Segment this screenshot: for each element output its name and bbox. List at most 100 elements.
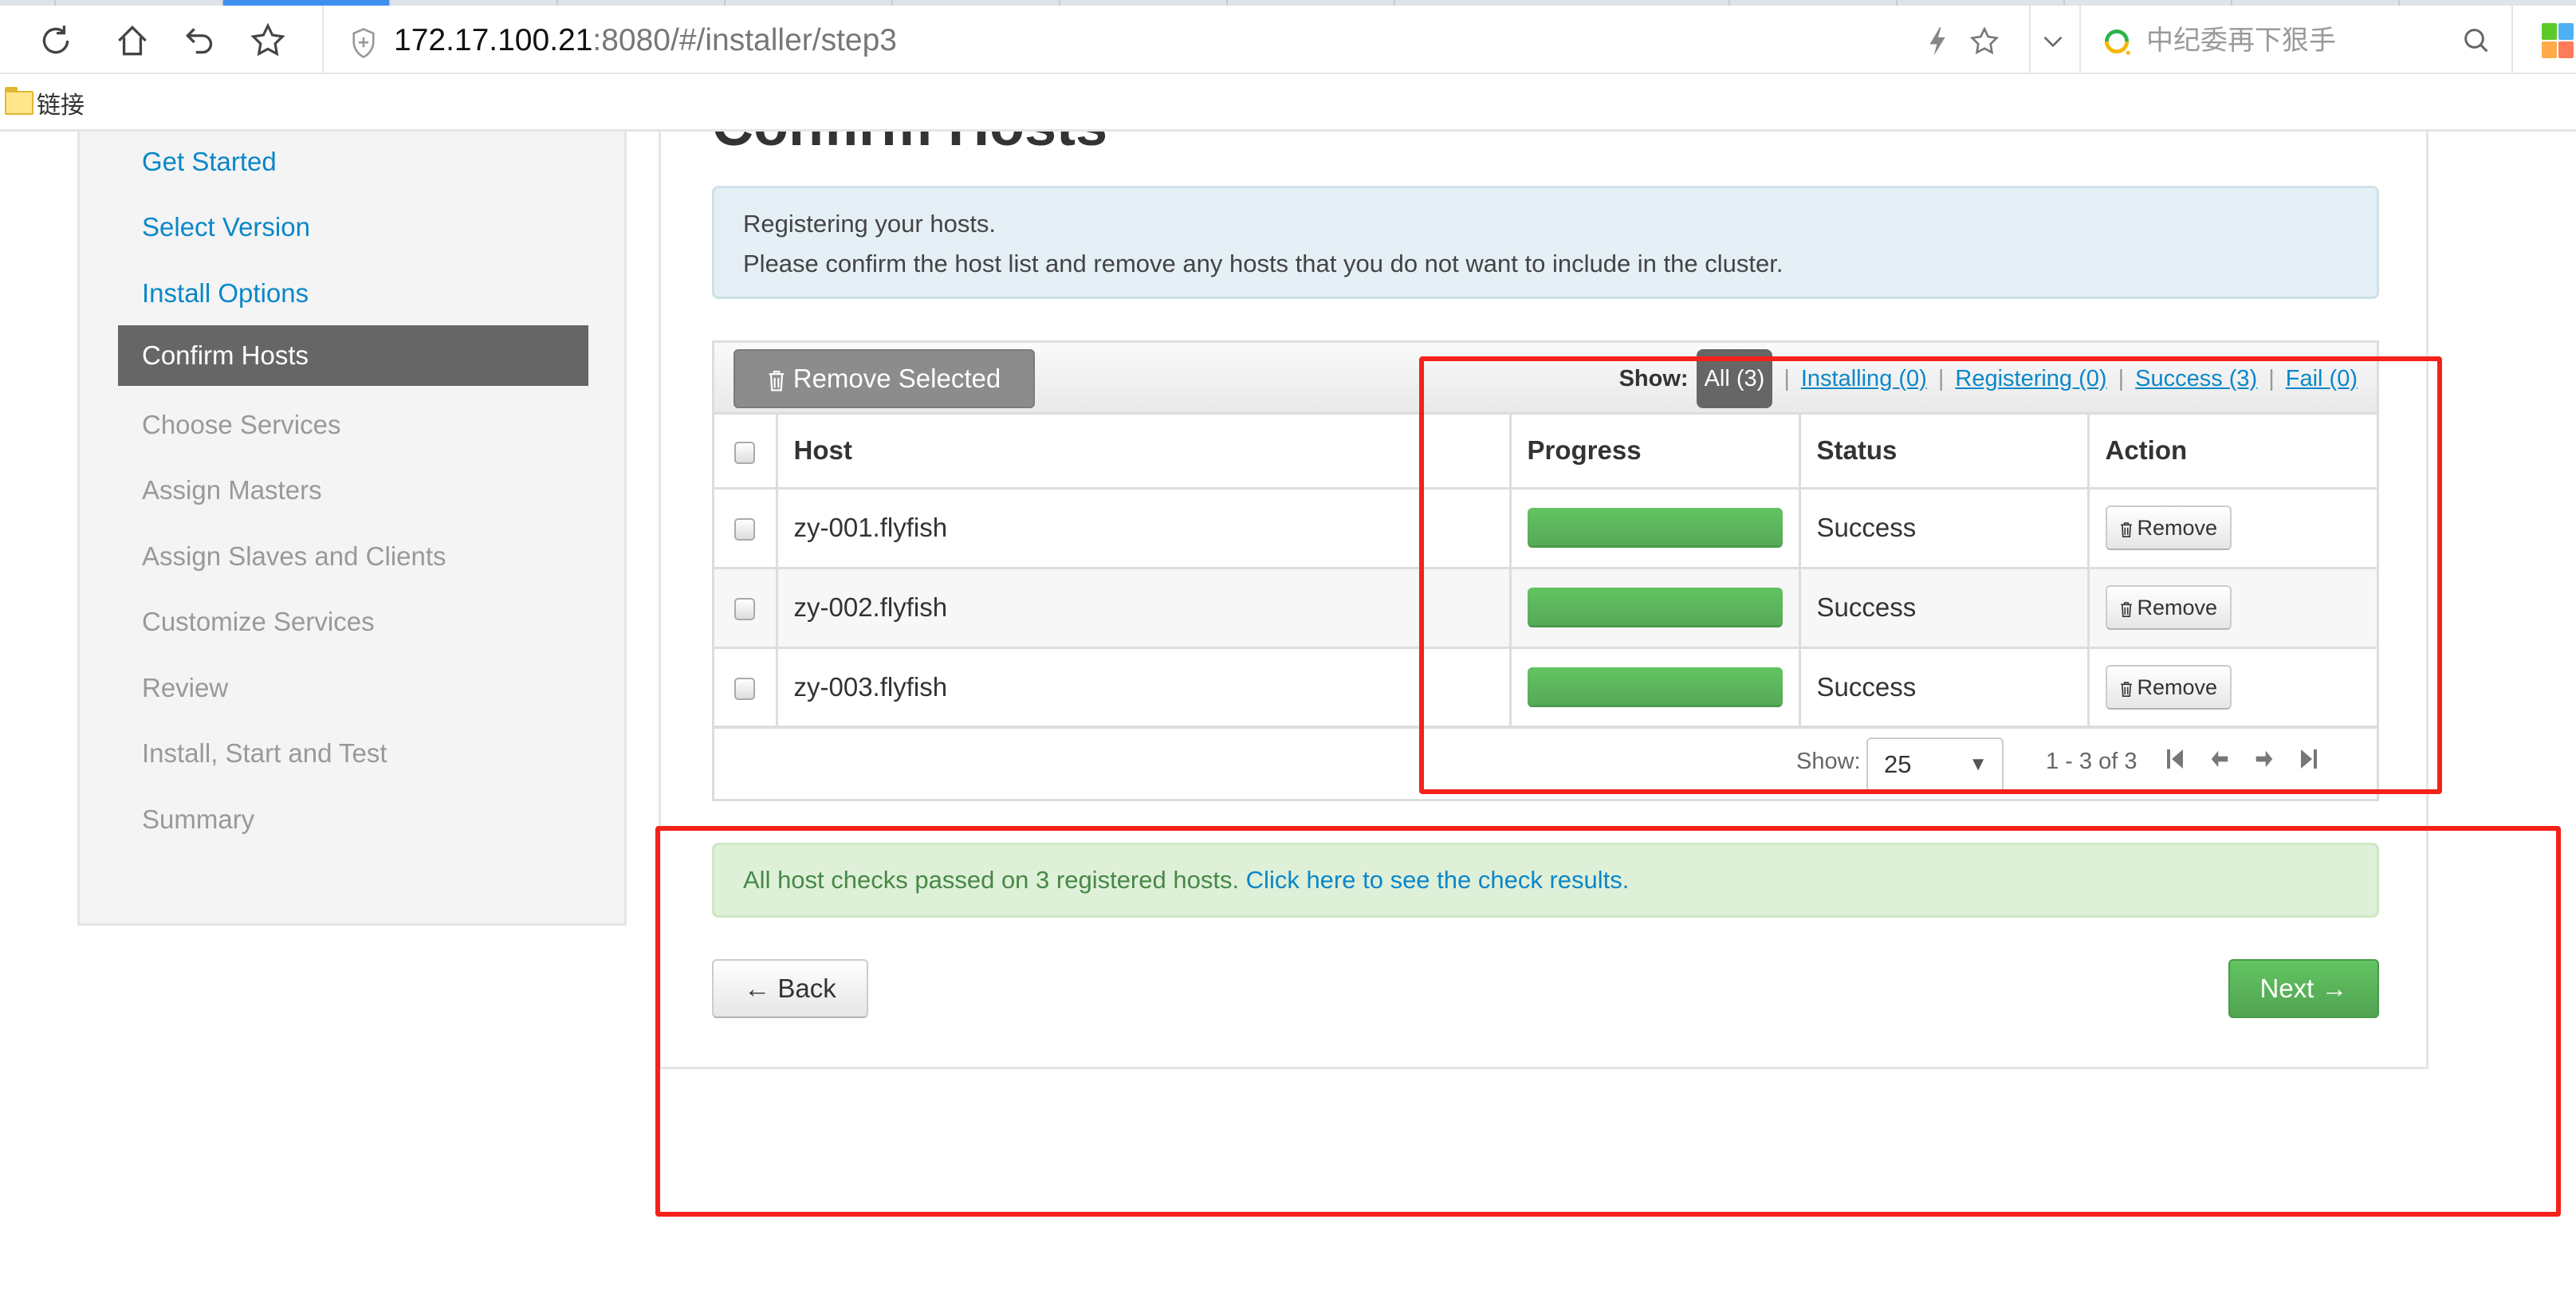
filter-separator: | <box>2118 365 2125 391</box>
undo-icon <box>185 28 213 54</box>
bookmark-folder-label: 链接 <box>37 92 85 119</box>
browser-tab[interactable] <box>1060 0 1228 6</box>
table-row: zy-002.flyfish Success Remove <box>714 566 2377 649</box>
select-all-cell <box>714 415 778 490</box>
sidebar-item-install-start-test: Install, Start and Test <box>142 738 387 768</box>
table-toolbar: Remove Selected Show: All (3) | Installi… <box>714 343 2377 415</box>
filter-separator: | <box>1937 365 1945 391</box>
apps-icon[interactable] <box>2542 23 2574 58</box>
remove-host-button[interactable]: Remove <box>2105 505 2232 550</box>
star-icon[interactable] <box>1968 25 2001 58</box>
page-title: Confirm Hosts <box>712 132 1107 162</box>
search-box[interactable]: 中纪委再下狠手 <box>2079 6 2510 74</box>
sidebar-item-customize-services: Customize Services <box>142 607 375 636</box>
hosts-table: Host Progress Status Action zy-001.flyfi… <box>714 415 2377 729</box>
page-size-select[interactable]: 25 ▼ <box>1866 737 2004 792</box>
row-select-cell <box>714 566 778 649</box>
remove-label: Remove <box>2137 595 2218 619</box>
sidebar-item-get-started[interactable]: Get Started <box>118 132 588 192</box>
previous-page-icon[interactable] <box>2210 745 2229 773</box>
browser-tab[interactable] <box>56 0 223 6</box>
search-icon[interactable] <box>2460 25 2492 57</box>
shield-icon[interactable] <box>349 26 378 60</box>
browser-tab[interactable] <box>2065 0 2232 6</box>
caret-down-icon: ▼ <box>1968 753 1988 775</box>
trash-icon <box>2120 599 2133 617</box>
browser-tab[interactable] <box>1395 0 1730 6</box>
filter-separator: | <box>2268 365 2275 391</box>
action-cell: Remove <box>2086 566 2377 649</box>
page-range-info: 1 - 3 of 3 <box>2046 749 2137 774</box>
progress-cell <box>1508 566 1801 649</box>
info-line-2: Please confirm the host list and remove … <box>743 250 1784 277</box>
column-header-host[interactable]: Host <box>775 415 1512 490</box>
column-header-progress: Progress <box>1508 415 1801 490</box>
address-host: 172.17.100.21 <box>394 23 593 57</box>
next-page-icon[interactable] <box>2255 745 2274 773</box>
status-filter: Show: All (3) | Installing (0) | Registe… <box>1619 349 2358 408</box>
chevron-down-icon[interactable] <box>2036 25 2070 58</box>
browser-tab[interactable] <box>391 0 558 6</box>
sidebar-item-select-version[interactable]: Select Version <box>118 197 588 258</box>
wizard-sidebar: Get Started Select Version Install Optio… <box>77 132 627 926</box>
table-header-row: Host Progress Status Action <box>714 415 2377 490</box>
progress-fill <box>1527 588 1783 627</box>
sidebar-item-review: Review <box>142 673 229 702</box>
address-bar[interactable]: 172.17.100.21:8080/#/installer/step3 <box>394 20 897 61</box>
undo-button[interactable] <box>177 17 225 65</box>
browser-tab[interactable] <box>893 0 1060 6</box>
sidebar-item-assign-slaves-clients: Assign Slaves and Clients <box>142 541 446 571</box>
browser-tab[interactable] <box>1228 0 1395 6</box>
remove-selected-button[interactable]: Remove Selected <box>733 349 1035 408</box>
filter-separator: | <box>1784 365 1790 391</box>
remove-host-button[interactable]: Remove <box>2105 665 2232 710</box>
progress-bar <box>1527 508 1783 548</box>
sidebar-item-install-options[interactable]: Install Options <box>118 263 588 324</box>
sidebar-item-confirm-hosts[interactable]: Confirm Hosts <box>118 325 588 386</box>
row-select-cell <box>714 646 778 729</box>
browser-tab-active[interactable] <box>223 0 391 6</box>
row-checkbox[interactable] <box>734 598 756 621</box>
column-header-status[interactable]: Status <box>1798 415 2090 490</box>
browser-tab[interactable] <box>726 0 893 6</box>
page-size-value: 25 <box>1884 750 1912 778</box>
table-row: zy-001.flyfish Success Remove <box>714 486 2377 569</box>
first-page-icon[interactable] <box>2165 745 2185 773</box>
favorite-button[interactable] <box>244 17 292 65</box>
search-input[interactable]: 中纪委再下狠手 <box>2146 22 2336 60</box>
sidebar-item-summary: Summary <box>142 804 255 834</box>
filter-all[interactable]: All (3) <box>1696 349 1773 408</box>
table-row: zy-003.flyfish Success Remove <box>714 646 2377 729</box>
remove-label: Remove <box>2137 674 2218 699</box>
browser-tab[interactable] <box>558 0 726 6</box>
main-content: Confirm Hosts Registering your hosts. Pl… <box>659 132 2429 1069</box>
browser-tab[interactable] <box>1730 0 1898 6</box>
action-cell: Remove <box>2086 646 2377 729</box>
browser-tab[interactable] <box>0 0 56 6</box>
next-button[interactable]: Next → <box>2228 959 2379 1018</box>
bookmark-folder[interactable]: 链接 <box>5 85 85 120</box>
filter-installing[interactable]: Installing (0) <box>1801 366 1927 392</box>
status-text: Success <box>1798 486 2090 569</box>
status-text: Success <box>1798 646 2090 729</box>
page-nav <box>2165 745 2318 773</box>
reload-button[interactable] <box>32 17 80 65</box>
remove-host-button[interactable]: Remove <box>2105 585 2232 630</box>
row-checkbox[interactable] <box>734 678 756 701</box>
folder-icon <box>5 87 33 115</box>
lightning-icon[interactable] <box>1921 25 1955 58</box>
row-checkbox[interactable] <box>734 518 756 541</box>
browser-tab[interactable] <box>1898 0 2065 6</box>
filter-fail[interactable]: Fail (0) <box>2286 366 2358 392</box>
check-results-link[interactable]: Click here to see the check results. <box>1246 866 1630 894</box>
browser-tab[interactable] <box>2232 0 2400 6</box>
progress-bar <box>1527 588 1783 627</box>
filter-success[interactable]: Success (3) <box>2135 366 2257 392</box>
back-button[interactable]: ← Back <box>712 959 868 1018</box>
filter-registering[interactable]: Registering (0) <box>1955 366 2106 392</box>
sidebar-item-choose-services: Choose Services <box>142 410 341 439</box>
last-page-icon[interactable] <box>2299 745 2318 773</box>
progress-fill <box>1527 508 1783 548</box>
select-all-checkbox[interactable] <box>734 441 756 464</box>
home-button[interactable] <box>108 17 156 65</box>
